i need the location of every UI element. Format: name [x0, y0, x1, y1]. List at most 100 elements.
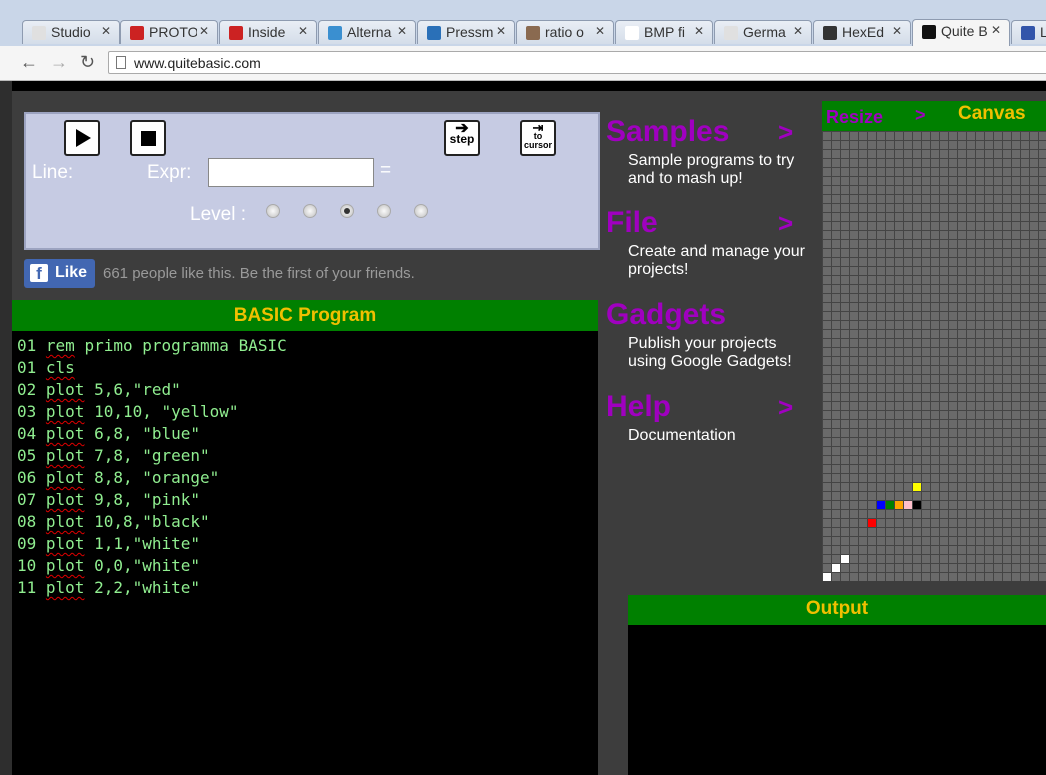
- canvas-pixel: [868, 519, 876, 527]
- tab-1[interactable]: Studio ✕: [22, 20, 120, 44]
- code-line[interactable]: 01 cls: [17, 358, 75, 377]
- tab-4[interactable]: Alterna ✕: [318, 20, 416, 44]
- tab-close-icon[interactable]: ✕: [397, 24, 407, 38]
- tab-label: Studio: [51, 24, 91, 40]
- tab-2[interactable]: PROTO ✕: [120, 20, 218, 44]
- tab-close-icon[interactable]: ✕: [991, 23, 1001, 37]
- tab-9[interactable]: HexEd ✕: [813, 20, 911, 44]
- tab-label: BMP fi: [644, 24, 685, 40]
- expr-input[interactable]: [208, 158, 374, 187]
- menu-samples[interactable]: Samples: [606, 115, 729, 149]
- keyword: plot: [45, 446, 85, 465]
- level-radio-3[interactable]: [340, 204, 354, 218]
- tab-label: L: [1040, 24, 1046, 40]
- code-line[interactable]: 05 plot 7,8, "green": [17, 446, 210, 465]
- run-button[interactable]: [64, 120, 100, 156]
- resize-arrow-icon[interactable]: >: [915, 105, 926, 126]
- tab-close-icon[interactable]: ✕: [595, 24, 605, 38]
- tab-label: Pressm: [446, 24, 494, 40]
- stop-button[interactable]: [130, 120, 166, 156]
- facebook-icon: f: [30, 264, 48, 283]
- statement-args: 1,1,"white": [84, 534, 201, 553]
- tab-close-icon[interactable]: ✕: [298, 24, 308, 38]
- tab-close-icon[interactable]: ✕: [496, 24, 506, 38]
- tab-close-icon[interactable]: ✕: [101, 24, 111, 38]
- statement-args: 7,8, "green": [84, 446, 210, 465]
- canvas-pixel: [832, 564, 840, 572]
- like-count-text: 661 people like this. Be the first of yo…: [103, 265, 415, 282]
- level-radio-1[interactable]: [266, 204, 280, 218]
- resize-link[interactable]: Resize: [826, 107, 883, 128]
- step-button[interactable]: ➔ step: [444, 120, 480, 156]
- menu-help[interactable]: Help: [606, 390, 671, 424]
- tab-close-icon[interactable]: ✕: [892, 24, 902, 38]
- left-edge: [0, 81, 12, 775]
- tab-favicon-icon: [328, 26, 342, 40]
- line-number: 11: [17, 578, 37, 597]
- level-radio-2[interactable]: [303, 204, 317, 218]
- statement-args: 5,6,"red": [84, 380, 181, 399]
- program-editor[interactable]: 01 rem primo programma BASIC 01 cls 02 plo…: [12, 331, 598, 775]
- keyword: rem: [45, 336, 75, 355]
- output-header: Output: [628, 595, 1046, 625]
- program-header: BASIC Program: [12, 300, 598, 331]
- statement-args: 0,0,"white": [84, 556, 201, 575]
- code-line[interactable]: 08 plot 10,8,"black": [17, 512, 210, 531]
- facebook-like-button[interactable]: f Like: [24, 259, 95, 288]
- address-bar[interactable]: www.quitebasic.com: [108, 51, 1046, 74]
- tab-5[interactable]: Pressm ✕: [417, 20, 515, 44]
- menu-file-arrow-icon[interactable]: >: [778, 208, 793, 239]
- tab-label: Alterna: [347, 24, 392, 40]
- reload-icon[interactable]: ↻: [80, 52, 95, 73]
- line-number: 01: [17, 336, 37, 355]
- tab-label: Germa: [743, 24, 786, 40]
- code-line[interactable]: 11 plot 2,2,"white": [17, 578, 200, 597]
- tab-label: HexEd: [842, 24, 885, 40]
- code-line[interactable]: 07 plot 9,8, "pink": [17, 490, 200, 509]
- code-line[interactable]: 10 plot 0,0,"white": [17, 556, 200, 575]
- level-radio-4[interactable]: [377, 204, 391, 218]
- statement-args: 2,2,"white": [84, 578, 201, 597]
- keyword: plot: [45, 578, 85, 597]
- tab-8[interactable]: Germa ✕: [714, 20, 812, 44]
- menu-help-arrow-icon[interactable]: >: [778, 392, 793, 423]
- menu-samples-arrow-icon[interactable]: >: [778, 117, 793, 148]
- menu-file-desc: Create and manage your projects!: [628, 243, 805, 278]
- run-to-cursor-button[interactable]: ⇥ to cursor: [520, 120, 556, 156]
- browser-toolbar: ← → ↻ www.quitebasic.com: [0, 46, 1046, 81]
- keyword: plot: [45, 490, 85, 509]
- canvas-grid[interactable]: [822, 131, 1046, 581]
- tab-6[interactable]: ratio o ✕: [516, 20, 614, 44]
- tab-favicon-icon: [130, 26, 144, 40]
- code-line[interactable]: 09 plot 1,1,"white": [17, 534, 200, 553]
- to-cursor-label-2: cursor: [523, 140, 552, 150]
- top-bar: [12, 81, 1046, 91]
- code-line[interactable]: 01 rem primo programma BASIC: [17, 336, 287, 355]
- step-label: step: [449, 132, 475, 146]
- tab-close-icon[interactable]: ✕: [793, 24, 803, 38]
- line-number: 03: [17, 402, 37, 421]
- tab-strip: Studio ✕ PROTO ✕ Inside ✕ Alterna ✕ Pressm ✕ ratio…: [0, 0, 1046, 47]
- menu-help-desc: Documentation: [628, 427, 736, 444]
- tab-close-icon[interactable]: ✕: [199, 24, 209, 38]
- tab-11[interactable]: L: [1011, 20, 1046, 44]
- code-line[interactable]: 03 plot 10,10, "yellow": [17, 402, 239, 421]
- tab-10[interactable]: Quite B ✕: [912, 19, 1010, 46]
- tab-close-icon[interactable]: ✕: [694, 24, 704, 38]
- canvas-pixel: [913, 501, 921, 509]
- line-number: 01: [17, 358, 37, 377]
- tab-7[interactable]: BMP fi ✕: [615, 20, 713, 44]
- menu-file[interactable]: File: [606, 206, 658, 240]
- page-icon: [116, 56, 126, 69]
- statement-args: primo programma BASIC: [74, 336, 287, 355]
- back-arrow-icon[interactable]: ←: [20, 52, 38, 73]
- tab-3[interactable]: Inside ✕: [219, 20, 317, 44]
- output-console: [628, 625, 1046, 775]
- level-radio-5[interactable]: [414, 204, 428, 218]
- forward-arrow-icon[interactable]: →: [50, 52, 68, 73]
- code-line[interactable]: 06 plot 8,8, "orange": [17, 468, 219, 487]
- statement-args: 6,8, "blue": [84, 424, 201, 443]
- menu-gadgets[interactable]: Gadgets: [606, 298, 726, 332]
- code-line[interactable]: 04 plot 6,8, "blue": [17, 424, 200, 443]
- code-line[interactable]: 02 plot 5,6,"red": [17, 380, 181, 399]
